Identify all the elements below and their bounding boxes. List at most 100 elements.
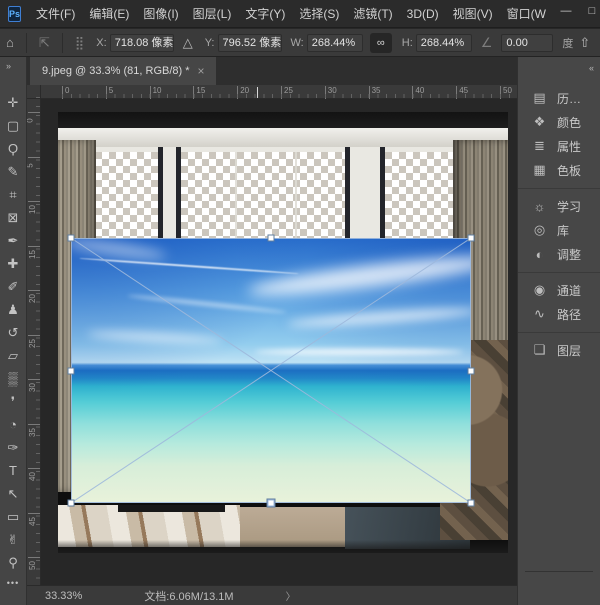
x-position-input[interactable]: 718.08 像素: [110, 34, 174, 52]
history-brush-tool[interactable]: ↺: [2, 321, 25, 344]
ruler-tick: 30: [28, 379, 40, 392]
menu-file[interactable]: 文件(F): [29, 0, 82, 28]
rectangle-tool[interactable]: ▭: [2, 505, 25, 528]
y-position-input[interactable]: 796.52 像素: [218, 34, 282, 52]
panel-libraries[interactable]: ◎ 库: [518, 218, 600, 242]
tools-panel: » ✛ ▢ Ϙ ✎ ⌗ ⊠ ✒ ✚ ✐ ♟ ↺ ▱ ▒ ❜ ◔ ✑ T ↖ ▭ …: [0, 57, 27, 605]
dodge-tool[interactable]: ◔: [2, 413, 25, 436]
hand-tool[interactable]: ✌: [2, 528, 25, 551]
crop-tool[interactable]: ⌗: [2, 183, 25, 206]
panel-label: 颜色: [557, 114, 581, 131]
transform-handle-top-right[interactable]: [468, 235, 475, 242]
ruler-tick: 10: [28, 201, 40, 214]
minimize-button[interactable]: —: [553, 0, 579, 22]
clone-stamp-tool[interactable]: ♟: [2, 298, 25, 321]
zoom-level-field[interactable]: 33.33%: [45, 590, 82, 602]
ruler-tick: 40: [28, 468, 40, 481]
document-tab-bar: 9.jpeg @ 33.3% (81, RGB/8) * ×: [27, 57, 517, 85]
dock-collapse-icon[interactable]: «: [589, 63, 594, 73]
panel-swatches[interactable]: ▦ 色板: [518, 158, 600, 182]
brush-tool[interactable]: ✐: [2, 275, 25, 298]
eyedropper-tool[interactable]: ✒: [2, 229, 25, 252]
maximize-button[interactable]: □: [579, 0, 600, 22]
rotation-angle-input[interactable]: 0.00: [501, 34, 553, 52]
document-tab[interactable]: 9.jpeg @ 33.3% (81, RGB/8) * ×: [30, 57, 216, 85]
maintain-aspect-ratio-icon[interactable]: ∞: [370, 33, 392, 53]
pen-tool[interactable]: ✑: [2, 436, 25, 459]
reference-point-grid-icon[interactable]: ⣿: [75, 35, 85, 51]
panel-learn[interactable]: ☼ 学习: [518, 194, 600, 218]
menu-select[interactable]: 选择(S): [292, 0, 346, 28]
panel-label: 图层: [557, 342, 581, 359]
transform-handle-top-center[interactable]: [268, 235, 275, 242]
quick-selection-tool[interactable]: ✎: [2, 160, 25, 183]
eraser-tool[interactable]: ▱: [2, 344, 25, 367]
panel-adjustments[interactable]: ◐ 调整: [518, 242, 600, 266]
options-bar: ⌂ ⇱ ⣿ X: 718.08 像素 △ Y: 796.52 像素 W: 268…: [0, 29, 600, 57]
ruler-vertical[interactable]: 05101520253035404550: [27, 99, 41, 585]
ruler-tick: 15: [193, 86, 205, 99]
document-image[interactable]: [58, 112, 508, 553]
panel-layers[interactable]: ❏ 图层: [518, 338, 600, 362]
ruler-tick: 30: [325, 86, 337, 99]
blur-tool[interactable]: ❜: [2, 390, 25, 413]
panel-history[interactable]: ▤ 历…: [518, 86, 600, 110]
options-separator: [62, 33, 63, 53]
panel-group-4: ❏ 图层: [518, 332, 600, 368]
frame-tool[interactable]: ⊠: [2, 206, 25, 229]
panel-paths[interactable]: ∿ 路径: [518, 302, 600, 326]
menu-image[interactable]: 图像(I): [136, 0, 185, 28]
canvas-area[interactable]: 05101520253035404550 0510152025303540455…: [27, 85, 517, 585]
panel-label: 色板: [557, 162, 581, 179]
gradient-tool[interactable]: ▒: [2, 367, 25, 390]
y-label: Y:: [205, 37, 215, 49]
panels-dock: « ▤ 历… ❖ 颜色 ≣ 属性 ▦ 色板: [517, 57, 600, 605]
height-scale-input[interactable]: 268.44%: [416, 34, 472, 52]
move-tool[interactable]: ✛: [2, 91, 25, 114]
transform-handle-middle-right[interactable]: [468, 367, 475, 374]
menu-type[interactable]: 文字(Y): [238, 0, 292, 28]
transform-handle-bottom-right[interactable]: [468, 500, 475, 507]
ruler-tick: 50: [500, 86, 512, 99]
zoom-tool[interactable]: ⚲: [2, 551, 25, 574]
edit-toolbar-icon[interactable]: •••: [7, 574, 19, 592]
options-separator: [26, 33, 27, 53]
menu-3d[interactable]: 3D(D): [400, 0, 446, 28]
panel-color[interactable]: ❖ 颜色: [518, 110, 600, 134]
panel-divider: [525, 571, 593, 572]
room-ceiling: [58, 112, 508, 128]
skew-icon[interactable]: ⇧: [579, 35, 590, 51]
tab-close-icon[interactable]: ×: [198, 64, 205, 78]
menu-layer[interactable]: 图层(L): [186, 0, 239, 28]
lasso-tool[interactable]: Ϙ: [2, 137, 25, 160]
blind-line: [295, 152, 297, 238]
home-icon[interactable]: ⌂: [6, 35, 14, 50]
layers-icon: ❏: [531, 342, 548, 358]
ruler-tick: 40: [412, 86, 424, 99]
transform-handle-bottom-center[interactable]: [267, 499, 276, 508]
panel-channels[interactable]: ◉ 通道: [518, 278, 600, 302]
panel-label: 属性: [557, 138, 581, 155]
menu-filter[interactable]: 滤镜(T): [346, 0, 399, 28]
menu-view[interactable]: 视图(V): [446, 0, 500, 28]
transform-handle-top-left[interactable]: [68, 235, 75, 242]
path-selection-tool[interactable]: ↖: [2, 482, 25, 505]
transform-handle-bottom-left[interactable]: [68, 500, 75, 507]
tool-preset-icon[interactable]: ⇱: [39, 35, 50, 51]
ruler-horizontal[interactable]: 05101520253035404550: [41, 85, 517, 99]
spot-healing-brush-tool[interactable]: ✚: [2, 252, 25, 275]
panel-properties[interactable]: ≣ 属性: [518, 134, 600, 158]
panel-group-2: ☼ 学习 ◎ 库 ◐ 调整: [518, 188, 600, 272]
tools-expand-icon[interactable]: »: [0, 59, 11, 75]
ruler-tick: 20: [28, 290, 40, 303]
transform-handle-middle-left[interactable]: [68, 367, 75, 374]
menu-window[interactable]: 窗口(W: [500, 0, 553, 28]
delta-icon[interactable]: △: [183, 35, 193, 51]
width-scale-input[interactable]: 268.44%: [307, 34, 363, 52]
rectangular-marquee-tool[interactable]: ▢: [2, 114, 25, 137]
type-tool[interactable]: T: [2, 459, 25, 482]
angle-unit-label: 度: [562, 35, 573, 51]
status-chevron-icon[interactable]: 〉: [286, 588, 296, 603]
beach-layer-transform[interactable]: [71, 238, 471, 503]
menu-edit[interactable]: 编辑(E): [82, 0, 136, 28]
